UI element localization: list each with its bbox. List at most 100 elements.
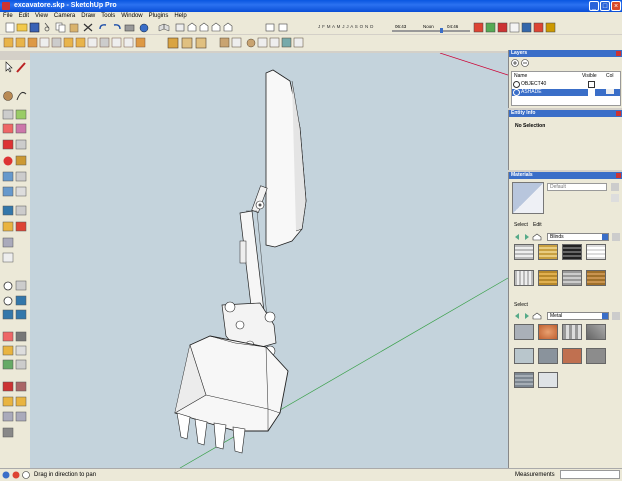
active-layer-radio[interactable] [513,89,520,96]
geo-icon[interactable] [2,471,10,479]
view-front-icon[interactable] [187,22,197,32]
paste-icon[interactable] [69,23,79,33]
menu-window[interactable]: Window [118,12,145,21]
material-swatch[interactable] [514,270,534,286]
pencil-tool-icon[interactable] [16,62,26,73]
new-icon[interactable] [5,22,15,33]
add-layer-icon[interactable] [511,59,519,67]
home-icon[interactable] [532,312,542,320]
model-viewport[interactable] [30,53,508,468]
print-icon[interactable] [124,24,135,32]
back-icon[interactable] [515,313,519,319]
material-swatch[interactable] [538,348,558,364]
material-swatch[interactable] [586,348,606,364]
tab-select[interactable]: Select [514,222,528,228]
material-swatch[interactable] [538,324,558,340]
save-icon[interactable] [29,22,40,33]
erase-icon[interactable] [83,23,93,32]
layer-visible-checkbox[interactable] [588,89,595,96]
minimize-button[interactable]: _ [589,1,599,11]
material-swatch[interactable] [562,270,582,286]
sandbox-tools[interactable] [2,381,27,438]
home-icon[interactable] [532,233,542,241]
material-swatch[interactable] [538,372,558,388]
view-right-icon[interactable] [199,22,209,32]
view-iso-icon[interactable] [158,23,170,32]
layer-color-swatch[interactable] [606,89,614,94]
material-name-field[interactable]: Default [547,183,607,191]
material-swatch[interactable] [562,348,582,364]
window-title: excavatore.skp - SketchUp Pro [14,2,117,9]
layer-visible-checkbox[interactable] [588,81,595,88]
layer-row[interactable]: OBJECT40 [512,81,620,88]
menu-help[interactable]: Help [171,12,189,21]
undo-icon[interactable] [99,24,107,30]
remove-layer-icon[interactable] [521,59,529,67]
cut-icon[interactable] [44,22,50,32]
material-swatch[interactable] [586,244,606,260]
menu-file[interactable]: File [0,12,16,21]
material-swatch[interactable] [514,372,534,388]
material-swatch[interactable] [586,324,606,340]
help-icon[interactable] [22,471,30,479]
menu-view[interactable]: View [32,12,51,21]
material-swatch[interactable] [514,244,534,260]
material-swatch[interactable] [514,348,534,364]
copy-icon[interactable] [55,22,66,33]
menu-draw[interactable]: Draw [78,12,98,21]
open-icon[interactable] [16,23,28,32]
material-swatch[interactable] [538,270,558,286]
maximize-button[interactable]: □ [600,1,610,11]
model-info-icon[interactable] [139,23,149,33]
circle-tool-icon[interactable] [3,91,13,101]
zoom-tools[interactable] [2,280,27,320]
close-icon[interactable] [616,111,621,116]
close-button[interactable]: × [611,1,621,11]
section-icons[interactable] [219,37,304,48]
tools-toolbar-icons [3,37,304,49]
paint-tools[interactable] [2,109,27,134]
library-select-2[interactable]: Metal [547,312,609,320]
redo-icon[interactable] [113,24,121,30]
move-tools[interactable] [2,139,27,166]
view-left-icon[interactable] [223,22,233,32]
layer-row[interactable]: ASHADE [512,89,620,96]
material-sample-icon[interactable] [611,183,619,191]
details-icon[interactable] [612,312,620,320]
details-icon[interactable] [612,233,620,241]
walk-tools[interactable] [2,331,27,370]
shadows-toggle-icon[interactable] [278,23,288,32]
create-material-icon[interactable] [611,194,619,202]
shadow-noon: Noon [423,24,434,29]
menu-tools[interactable]: Tools [98,12,118,21]
shadow-settings-icon[interactable] [265,23,275,32]
orbit-tools[interactable] [2,205,27,263]
material-swatch[interactable] [562,244,582,260]
library-nav-2 [515,312,542,320]
material-swatch[interactable] [586,270,606,286]
measurements-input[interactable] [560,470,620,479]
active-layer-radio[interactable] [513,81,520,88]
material-swatch[interactable] [514,324,534,340]
menu-plugins[interactable]: Plugins [146,12,172,21]
layers-color-icons[interactable] [473,22,556,33]
credits-icon[interactable] [12,471,20,479]
select-tool-icon[interactable] [5,61,13,73]
menu-camera[interactable]: Camera [51,12,78,21]
component-icons[interactable] [167,37,207,49]
close-icon[interactable] [616,51,621,56]
tape-tools[interactable] [2,171,27,197]
back-icon[interactable] [515,234,519,240]
close-icon[interactable] [616,173,621,178]
material-swatch[interactable] [538,244,558,260]
arc-tool-icon[interactable] [16,92,27,101]
view-top-icon[interactable] [175,23,185,32]
menu-edit[interactable]: Edit [16,12,32,21]
forward-icon[interactable] [525,234,529,240]
material-swatch[interactable] [562,324,582,340]
tab-edit[interactable]: Edit [533,222,542,228]
arc-tools-icons[interactable] [3,37,146,48]
forward-icon[interactable] [525,313,529,319]
library-select[interactable]: Blinds [547,233,609,241]
view-back-icon[interactable] [211,22,221,32]
